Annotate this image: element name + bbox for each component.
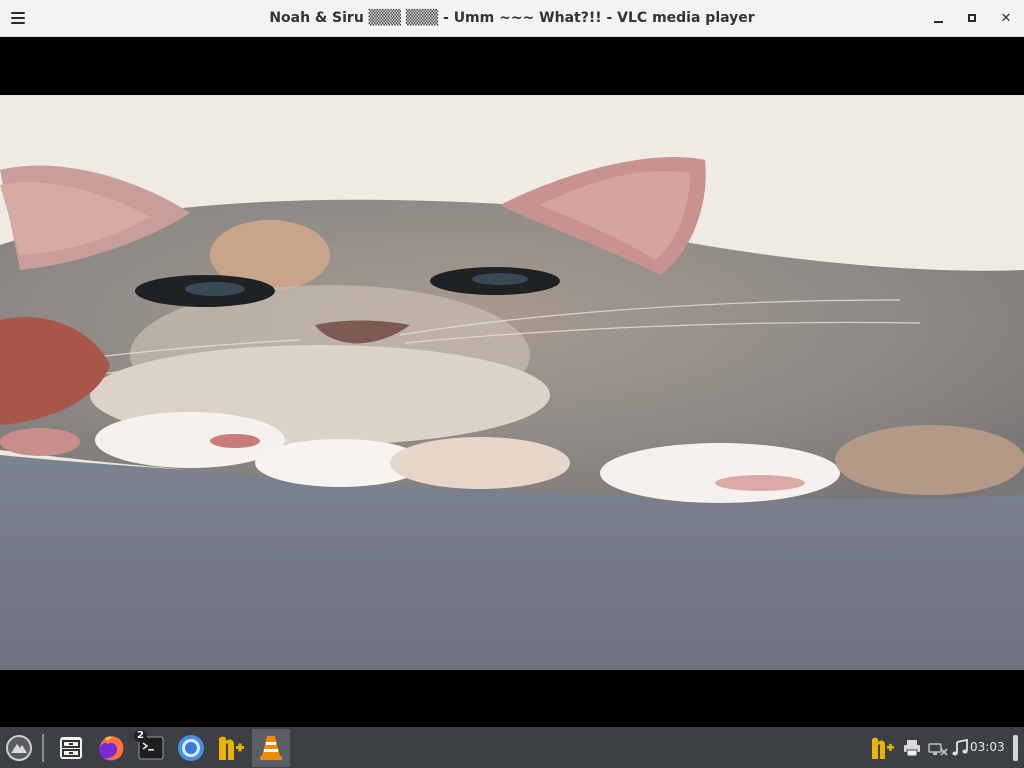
kitten-video-image [0, 95, 1024, 670]
show-desktop-button[interactable] [1013, 735, 1018, 761]
vlc-icon [260, 736, 282, 760]
launcher-icon [6, 735, 32, 761]
chromium-icon [178, 735, 204, 761]
file-manager-icon [60, 737, 82, 759]
taskbar-app-chromium[interactable] [172, 729, 210, 767]
music-icon [952, 738, 968, 756]
tray-notepadqq[interactable] [870, 735, 896, 761]
taskbar: 2 03:03 [0, 727, 1024, 768]
taskbar-app-firefox[interactable] [92, 729, 130, 767]
window-titlebar: Noah & Siru ▒▒▒ ▒▒▒ - Umm ~~~ What?!! - … [0, 0, 1024, 37]
taskbar-separator [42, 734, 44, 762]
maximize-button[interactable] [960, 7, 984, 29]
network-disconnected-icon [928, 743, 948, 756]
maximize-icon [968, 14, 976, 22]
minimize-icon [933, 21, 943, 23]
window-title: Noah & Siru ▒▒▒ ▒▒▒ - Umm ~~~ What?!! - … [269, 10, 755, 26]
firefox-icon [99, 736, 124, 761]
close-icon: ✕ [1000, 10, 1012, 26]
printer-icon [904, 740, 920, 757]
video-area[interactable] [0, 37, 1024, 727]
minimize-button[interactable] [926, 7, 950, 29]
video-frame [0, 95, 1024, 670]
close-button[interactable]: ✕ [994, 7, 1018, 29]
tray-printer[interactable] [899, 735, 925, 761]
notepadqq-icon [219, 736, 244, 760]
taskbar-app-notepadqq[interactable] [212, 729, 250, 767]
hamburger-menu-icon[interactable] [6, 7, 30, 29]
taskbar-app-vlc[interactable] [252, 729, 290, 767]
taskbar-app-terminal[interactable]: 2 [132, 729, 170, 767]
taskbar-app-file-manager[interactable] [52, 729, 90, 767]
taskbar-clock[interactable]: 03:03 [970, 727, 1005, 768]
terminal-window-count-badge: 2 [134, 730, 147, 742]
notepadqq-tray-icon [872, 737, 894, 759]
launcher-button[interactable] [0, 729, 38, 767]
